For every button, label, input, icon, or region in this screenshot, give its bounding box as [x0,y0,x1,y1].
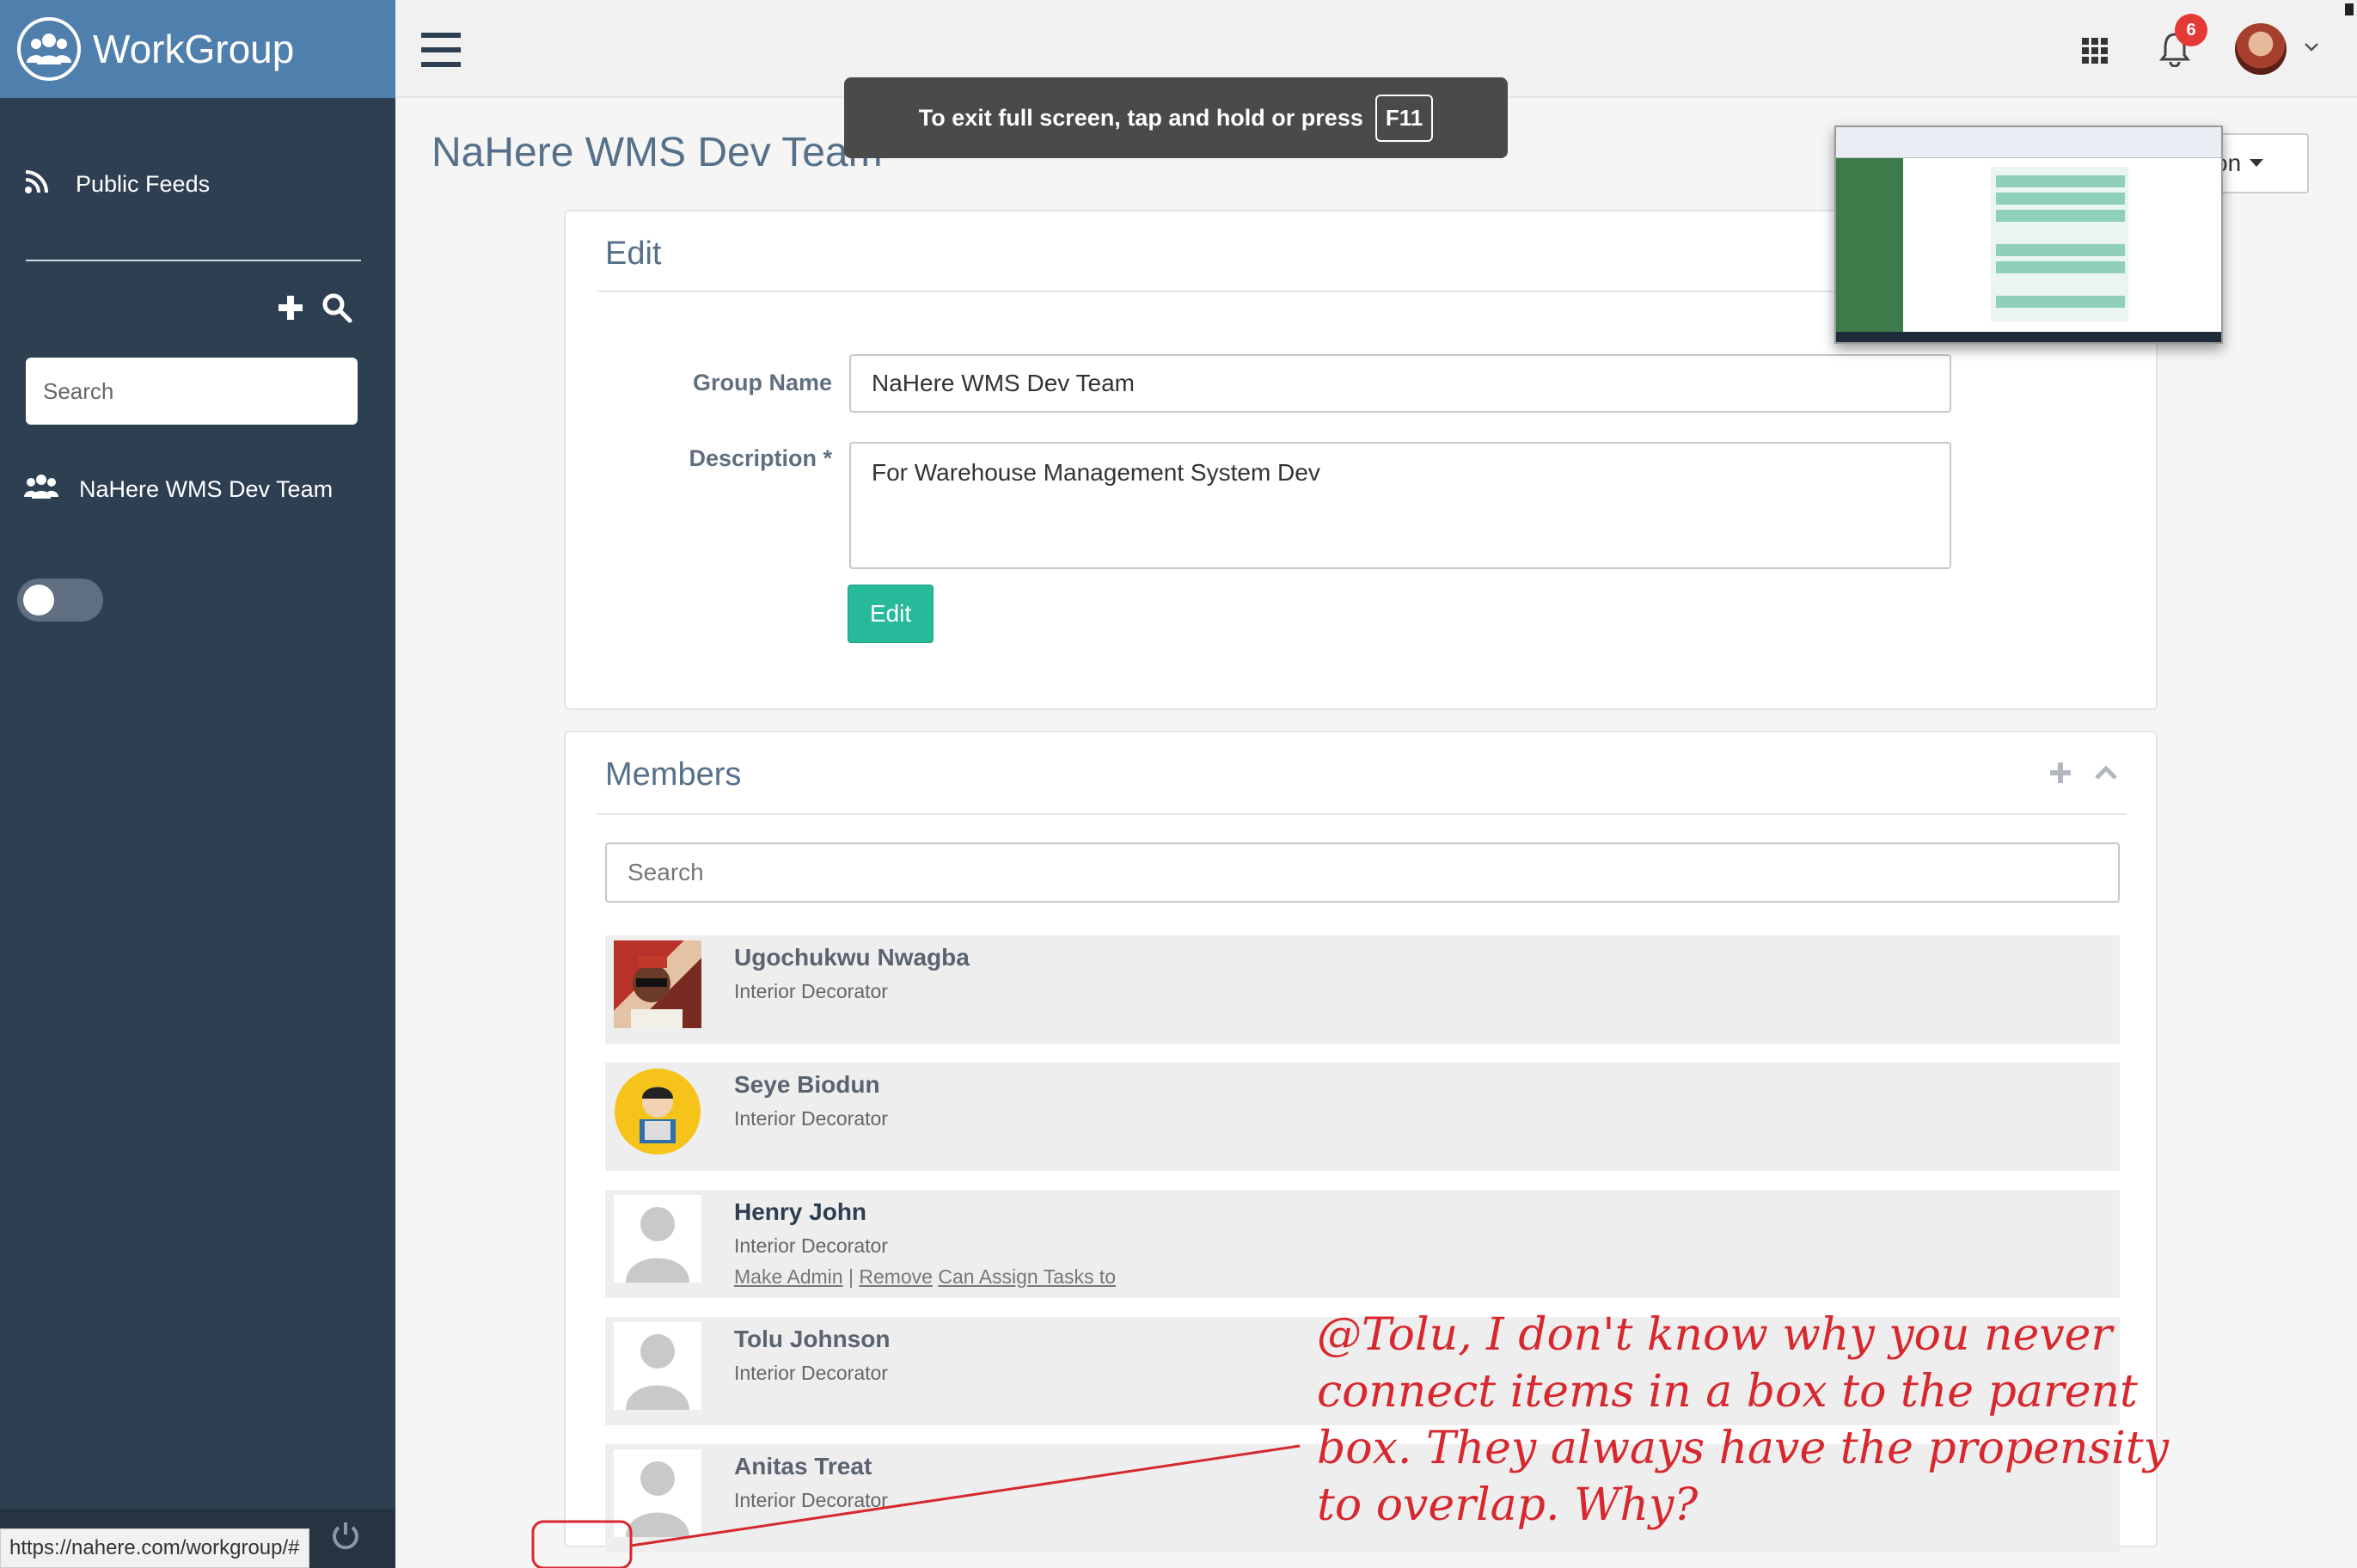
status-bar-url: https://nahere.com/workgroup/# [0,1528,309,1568]
annotation-box [531,1520,633,1568]
annotation-line-3: box. They always have the propensity [1317,1423,2170,1474]
annotation-line-4: to overlap. Why? [1317,1479,1699,1531]
annotation-line [630,1444,1301,1547]
annotation-note: @Tolu, I don't know why you never connec… [1317,1307,2176,1534]
annotation-line-1: @Tolu, I don't know why you never [1317,1309,2113,1361]
annotation-line-2: connect items in a box to the parent [1317,1366,2138,1418]
